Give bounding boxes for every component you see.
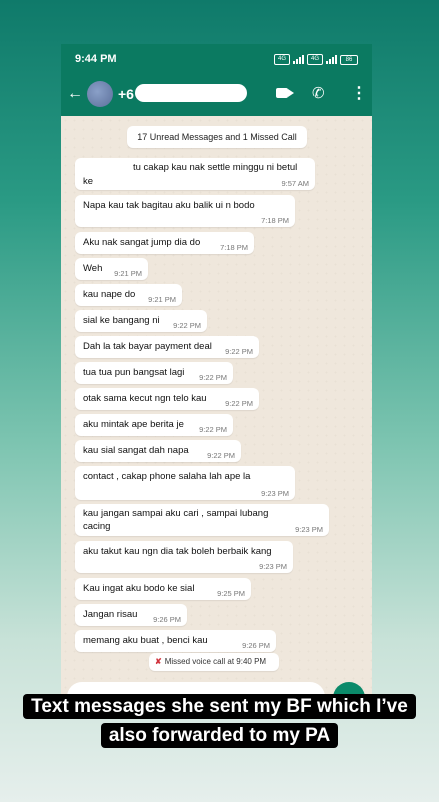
message-bubble[interactable]: Aku nak sangat jump dia do 7:18 PM (75, 232, 254, 254)
message-time: 9:23 PM (259, 562, 287, 571)
message-time: 9:57 AM (281, 179, 309, 188)
message-time: 9:22 PM (173, 321, 201, 330)
message-text: sial ke bangang ni (83, 315, 160, 326)
redaction-mark (135, 84, 247, 102)
message-time: 9:26 PM (153, 615, 181, 624)
message-bubble[interactable]: kau nape do 9:21 PM (75, 284, 182, 306)
signal-icon (293, 55, 304, 64)
chat-header: ← +6 ✆ ⋮ (61, 74, 372, 116)
message-time: 9:26 PM (242, 641, 270, 650)
caption: Text messages she sent my BF which I’ve … (17, 692, 422, 750)
message-text: Aku nak sangat jump dia do (83, 237, 201, 248)
back-arrow-icon[interactable]: ← (67, 85, 83, 103)
message-bubble[interactable]: kau sial sangat dah napa 9:22 PM (75, 440, 241, 462)
message-bubble[interactable]: Jangan risau 9:26 PM (75, 604, 187, 626)
message-time: 9:22 PM (225, 347, 253, 356)
network-icon: 4G (307, 54, 323, 65)
message-text: aku takut kau ngn dia tak boleh berbaik … (83, 546, 272, 557)
message-text: Weh (83, 263, 103, 274)
message-text: Kau ingat aku bodo ke sial (83, 583, 195, 594)
message-bubble[interactable]: Kau ingat aku bodo ke sial 9:25 PM (75, 578, 251, 600)
message-bubble[interactable]: aku takut kau ngn dia tak boleh berbaik … (75, 541, 293, 573)
message-bubble[interactable]: contact , cakap phone salaha lah ape la … (75, 466, 295, 500)
message-time: 9:21 PM (148, 295, 176, 304)
message-text: cacing (83, 521, 111, 532)
caption-text: Text messages she sent my BF which I’ve … (23, 694, 416, 748)
message-bubble[interactable]: otak sama kecut ngn telo kau 9:22 PM (75, 388, 259, 410)
contact-name[interactable]: +6 (118, 86, 134, 102)
message-text: kau sial sangat dah napa (83, 445, 189, 456)
message-bubble[interactable]: Weh 9:21 PM (75, 258, 148, 280)
message-time: 9:23 PM (295, 525, 323, 534)
message-time: 9:21 PM (114, 269, 142, 278)
message-bubble[interactable]: tu cakap kau nak settle minggu ni betul … (75, 158, 315, 190)
message-text: Napa kau tak bagitau aku balik ui n bodo (83, 200, 255, 211)
phone-call-icon[interactable]: ✆ (312, 84, 325, 102)
message-text: contact , cakap phone salaha lah ape la (83, 471, 251, 482)
unread-banner: 17 Unread Messages and 1 Missed Call (127, 126, 307, 148)
network-icon: 4G (274, 54, 290, 65)
missed-call-text: Missed voice call at 9:40 PM (164, 657, 267, 666)
message-text: tu cakap kau nak settle minggu ni betul (133, 162, 298, 173)
message-time: 9:22 PM (225, 399, 253, 408)
message-bubble[interactable]: tua tua pun bangsat lagi 9:22 PM (75, 362, 233, 384)
status-time: 9:44 PM (75, 53, 117, 65)
chat-area[interactable]: 17 Unread Messages and 1 Missed Call tu … (61, 116, 372, 696)
message-time: 9:22 PM (199, 425, 227, 434)
message-time: 7:18 PM (261, 216, 289, 225)
message-text: Dah la tak bayar payment deal (83, 341, 212, 352)
message-text: kau jangan sampai aku cari , sampai luba… (83, 508, 269, 519)
message-text: otak sama kecut ngn telo kau (83, 393, 207, 404)
video-call-icon[interactable] (276, 88, 294, 98)
message-time: 9:25 PM (217, 589, 245, 598)
message-time: 9:23 PM (261, 489, 289, 498)
message-text: aku mintak ape berita je (83, 419, 184, 430)
missed-call-notice[interactable]: ✘ Missed voice call at 9:40 PM (149, 653, 279, 671)
phone-screenshot: 9:44 PM 4G 4G 86 ← +6 ✆ ⋮ 17 Unread Mess… (61, 44, 372, 696)
message-time: 9:22 PM (199, 373, 227, 382)
message-bubble[interactable]: Napa kau tak bagitau aku balik ui n bodo… (75, 195, 295, 227)
avatar[interactable] (87, 81, 113, 107)
message-text: memang aku buat , benci kau (83, 635, 208, 646)
message-bubble[interactable]: memang aku buat , benci kau 9:26 PM (75, 630, 276, 652)
status-icons: 4G 4G 86 (274, 54, 358, 65)
message-text: Jangan risau (83, 609, 138, 620)
status-bar: 9:44 PM 4G 4G 86 (61, 44, 372, 74)
message-bubble[interactable]: Dah la tak bayar payment deal 9:22 PM (75, 336, 259, 358)
battery-icon: 86 (340, 54, 358, 65)
message-text: kau nape do (83, 289, 136, 300)
signal-icon (326, 55, 337, 64)
message-text: tua tua pun bangsat lagi (83, 367, 185, 378)
message-bubble[interactable]: aku mintak ape berita je 9:22 PM (75, 414, 233, 436)
missed-call-icon: ✘ (155, 657, 162, 666)
message-bubble[interactable]: kau jangan sampai aku cari , sampai luba… (75, 504, 329, 536)
message-bubble[interactable]: sial ke bangang ni 9:22 PM (75, 310, 207, 332)
message-time: 7:18 PM (220, 243, 248, 252)
more-options-icon[interactable]: ⋮ (351, 83, 367, 103)
message-text: ke (83, 176, 94, 187)
message-time: 9:22 PM (207, 451, 235, 460)
